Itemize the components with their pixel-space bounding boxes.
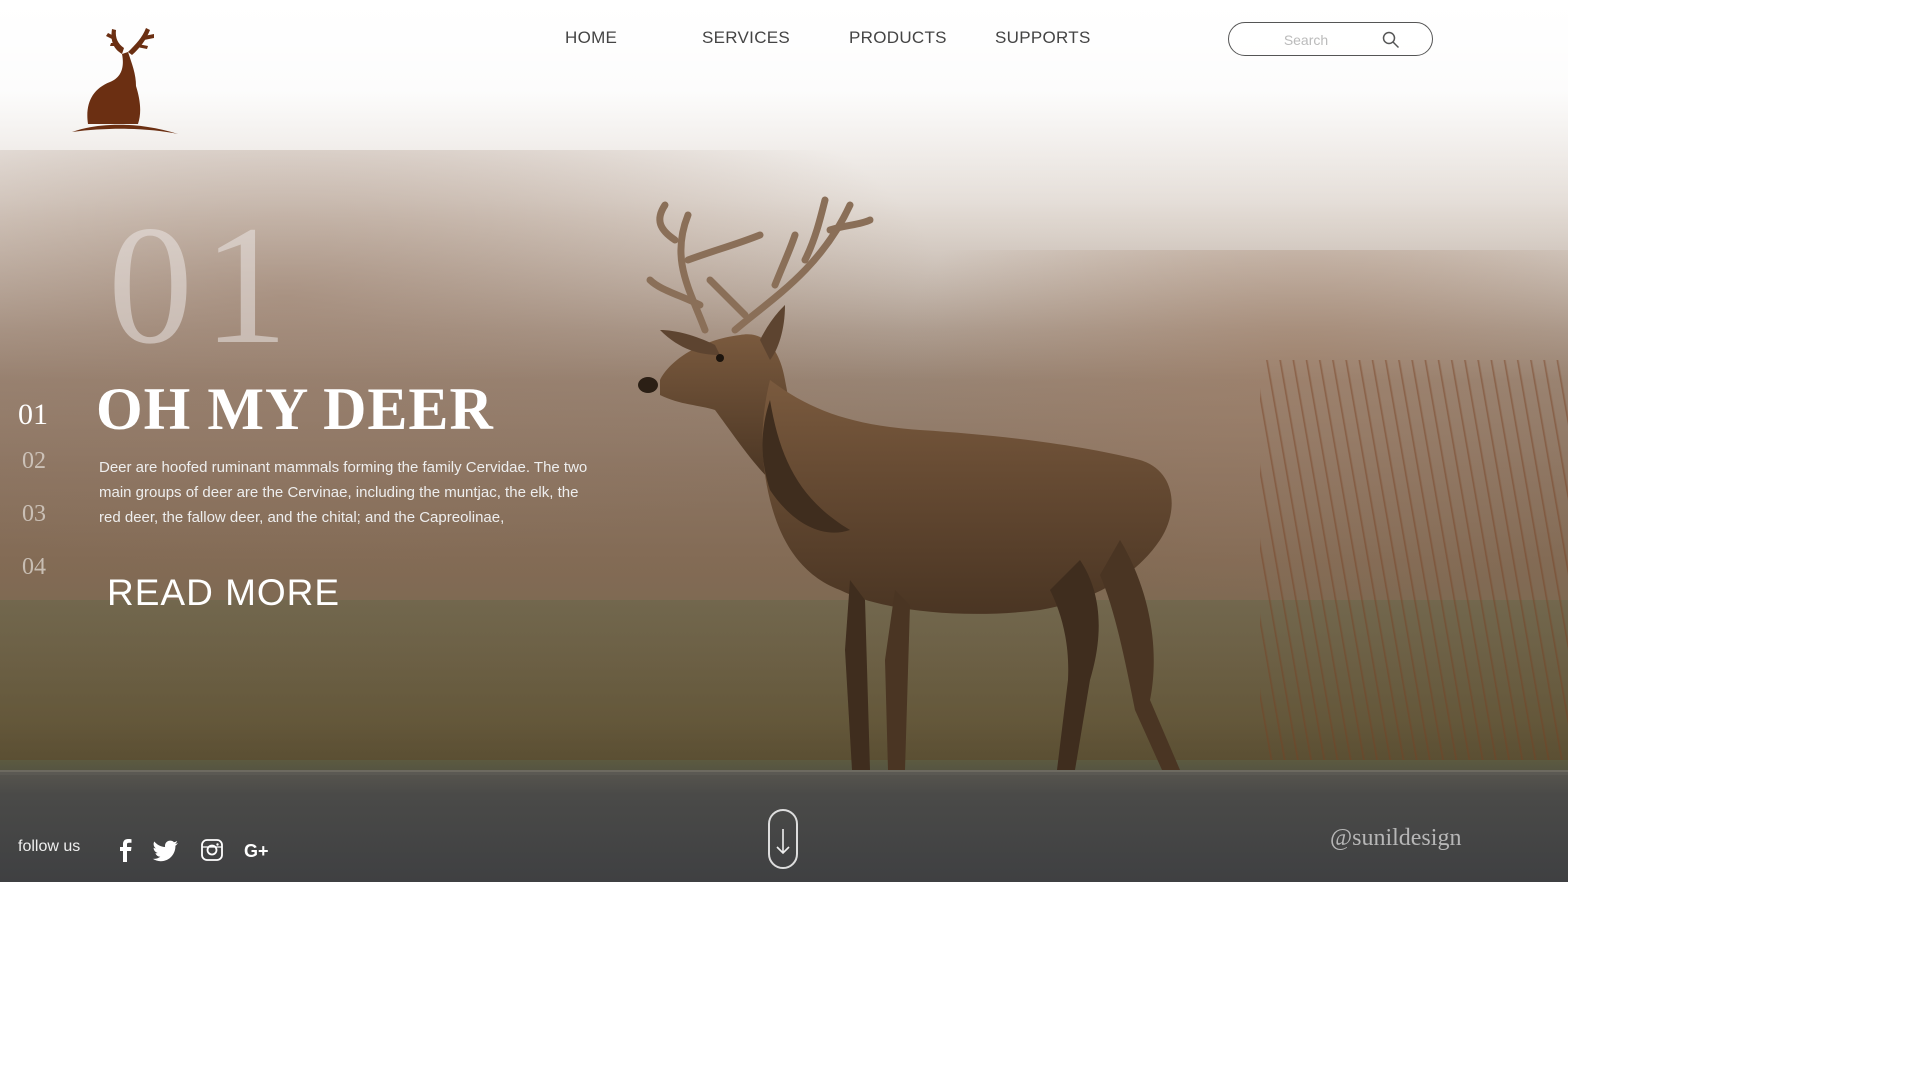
instagram-icon[interactable] [198, 836, 226, 864]
nav-services[interactable]: SERVICES [702, 28, 790, 48]
slide-indicator-02[interactable]: 02 [22, 448, 46, 475]
nav-supports[interactable]: SUPPORTS [995, 28, 1091, 48]
read-more-button[interactable]: READ MORE [107, 572, 340, 614]
nav-products[interactable]: PRODUCTS [849, 28, 947, 48]
arrow-down-icon [776, 829, 790, 855]
slide-indicator-03[interactable]: 03 [22, 501, 46, 528]
svg-text:G+: G+ [244, 841, 269, 861]
scroll-down-button[interactable] [768, 809, 798, 869]
slide-indicator-04[interactable]: 04 [22, 554, 46, 581]
designer-watermark: @sunildesign [1330, 825, 1462, 851]
search-input[interactable] [1249, 29, 1363, 51]
slide-big-number: 01 [108, 191, 298, 379]
twitter-icon[interactable] [152, 836, 180, 864]
hero-description: Deer are hoofed ruminant mammals forming… [99, 459, 588, 526]
deer-illustration [638, 196, 1180, 770]
dry-brush [1260, 360, 1568, 760]
slide-indicator-01[interactable]: 01 [18, 398, 48, 432]
hero-title: OH MY DEER [96, 376, 494, 442]
google-plus-icon[interactable]: G+ [242, 836, 270, 864]
search-box [1228, 22, 1433, 56]
facebook-icon[interactable] [112, 836, 140, 864]
search-icon[interactable] [1382, 31, 1400, 49]
nav-home[interactable]: HOME [565, 28, 617, 48]
follow-us-label: follow us [18, 838, 81, 855]
